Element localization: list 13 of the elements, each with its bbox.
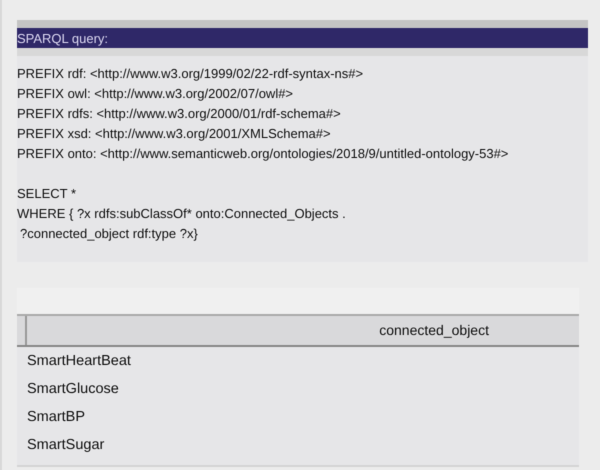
table-cell-text: SmartHeartBeat — [26, 352, 132, 371]
table-cell-text: SmartGlucose — [26, 380, 120, 399]
query-line: PREFIX rdfs: <http://www.w3.org/2000/01/rdf-schema#> — [17, 105, 342, 123]
query-line: PREFIX xsd: <http://www.w3.org/2001/XMLSchema#> — [17, 125, 332, 143]
query-line: SELECT * — [17, 185, 78, 203]
panel-title: SPARQL query: — [17, 28, 588, 48]
query-line: PREFIX owl: <http://www.w3.org/2002/07/owl#> — [17, 85, 294, 103]
query-line: ?connected_object rdf:type ?x} — [19, 225, 199, 243]
table-cell-text: SmartBP — [26, 408, 86, 427]
table-cell-text: SmartSugar — [26, 436, 106, 455]
query-line: PREFIX onto: <http://www.semanticweb.org/ontologies/2018/9/untitled-ontology-53#> — [17, 145, 510, 163]
query-line: PREFIX rdf: <http://www.w3.org/1999/02/22-rdf-syntax-ns#> — [17, 65, 364, 83]
query-line: WHERE { ?x rdfs:subClassOf* onto:Connected_Objects . — [17, 205, 347, 223]
